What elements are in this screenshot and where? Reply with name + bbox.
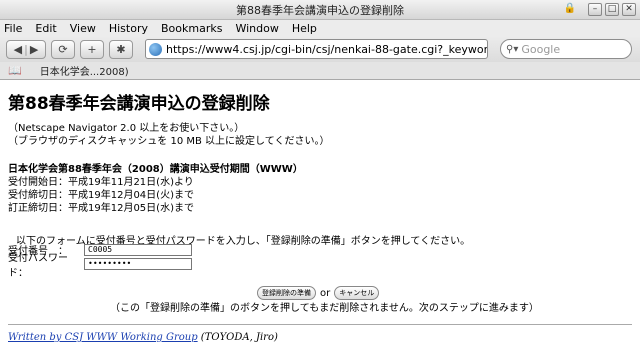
password-row: 受付パスワード： xyxy=(8,253,192,279)
minimize-button[interactable]: – xyxy=(588,3,602,16)
menu-file[interactable]: File xyxy=(4,22,22,35)
bookmark-item[interactable]: 日本化学会...2008) xyxy=(40,63,129,78)
menu-history[interactable]: History xyxy=(109,22,148,35)
reload-icon: ⟳ xyxy=(58,42,68,56)
period-line: 受付開始日：平成19年11月21日(水)より xyxy=(8,177,194,188)
page-title: 第88春季年会講演申込の登録削除 xyxy=(8,94,270,114)
period-line: 受付締切日：平成19年12月04日(火)まで xyxy=(8,190,194,201)
back-forward-button[interactable]: ◀ | ▶ xyxy=(6,39,46,59)
or-text: or xyxy=(320,287,331,299)
maximize-button[interactable]: □ xyxy=(605,3,619,16)
delete-form: 受付番号 ： 受付パスワード： xyxy=(8,243,192,279)
search-box[interactable]: ⚲▾ Google xyxy=(500,39,632,59)
footer-link[interactable]: Written by CSJ WWW Working Group xyxy=(8,332,198,343)
footer-author: (TOYODA, Jiro) xyxy=(197,332,278,343)
acceptance-period: 日本化学会第88春季年会（2008）講演申込受付期間（WWW） 受付開始日：平成… xyxy=(8,163,303,215)
menu-edit[interactable]: Edit xyxy=(35,22,56,35)
new-tab-button[interactable]: + xyxy=(80,39,104,59)
search-icon: ⚲▾ xyxy=(506,43,519,55)
cancel-button[interactable]: キャンセル xyxy=(334,286,380,300)
page-footer: Written by CSJ WWW Working Group (TOYODA… xyxy=(8,332,278,343)
bug-icon: ✱ xyxy=(116,42,126,56)
bug-report-button[interactable]: ✱ xyxy=(109,39,133,59)
note-line: （ブラウザのディスクキャッシュを 10 MB 以上に設定してください。） xyxy=(8,136,330,147)
number-input[interactable] xyxy=(84,243,192,256)
period-heading: 日本化学会第88春季年会（2008）講演申込受付期間（WWW） xyxy=(8,164,303,175)
back-arrow-icon: ◀ xyxy=(13,42,23,56)
reload-button[interactable]: ⟳ xyxy=(51,39,75,59)
menu-bookmarks[interactable]: Bookmarks xyxy=(161,22,222,35)
prepare-delete-button[interactable]: 登録削除の準備 xyxy=(257,286,316,300)
plus-icon: + xyxy=(87,42,97,56)
navigation-toolbar: ◀ | ▶ ⟳ + ✱ https://www4.csj.jp/cgi-bin/cs… xyxy=(0,36,640,62)
search-placeholder: Google xyxy=(521,42,561,56)
globe-icon xyxy=(149,42,162,56)
page-content: 第88春季年会講演申込の登録削除 （Netscape Navigator 2.0… xyxy=(0,81,640,356)
close-button[interactable]: ✕ xyxy=(622,3,636,16)
window-titlebar: 第88春季年会講演申込の登録削除 🔒 – □ ✕ xyxy=(0,0,640,20)
menu-window[interactable]: Window xyxy=(235,22,278,35)
browser-notes: （Netscape Navigator 2.0 以上をお使い下さい。） （ブラウ… xyxy=(8,122,329,148)
menu-bar: File Edit View History Bookmarks Window … xyxy=(0,20,640,36)
lock-icon: 🔒 xyxy=(563,3,576,14)
menu-help[interactable]: Help xyxy=(292,22,317,35)
password-input[interactable] xyxy=(84,257,192,270)
form-buttons: 登録削除の準備 or キャンセル xyxy=(257,286,380,300)
bookmarks-book-icon[interactable]: 📖 xyxy=(8,64,22,77)
forward-arrow-icon: ▶ xyxy=(29,42,39,56)
url-text[interactable]: https://www4.csj.jp/cgi-bin/csj/nenkai-8… xyxy=(166,43,487,56)
period-line: 訂正締切日：平成19年12月05日(水)まで xyxy=(8,203,194,214)
divider xyxy=(8,324,632,325)
password-label: 受付パスワード： xyxy=(8,252,68,279)
window-controls: – □ ✕ xyxy=(588,3,636,16)
window-title: 第88春季年会講演申込の登録削除 xyxy=(236,3,404,17)
address-bar[interactable]: https://www4.csj.jp/cgi-bin/csj/nenkai-8… xyxy=(145,39,488,59)
bookmarks-bar: 📖 日本化学会...2008) xyxy=(0,62,640,80)
menu-view[interactable]: View xyxy=(70,22,96,35)
note-line: （Netscape Navigator 2.0 以上をお使い下さい。） xyxy=(8,123,245,134)
button-caption: （この「登録削除の準備」のボタンを押してもまだ削除されません。次のステップに進み… xyxy=(110,303,539,314)
